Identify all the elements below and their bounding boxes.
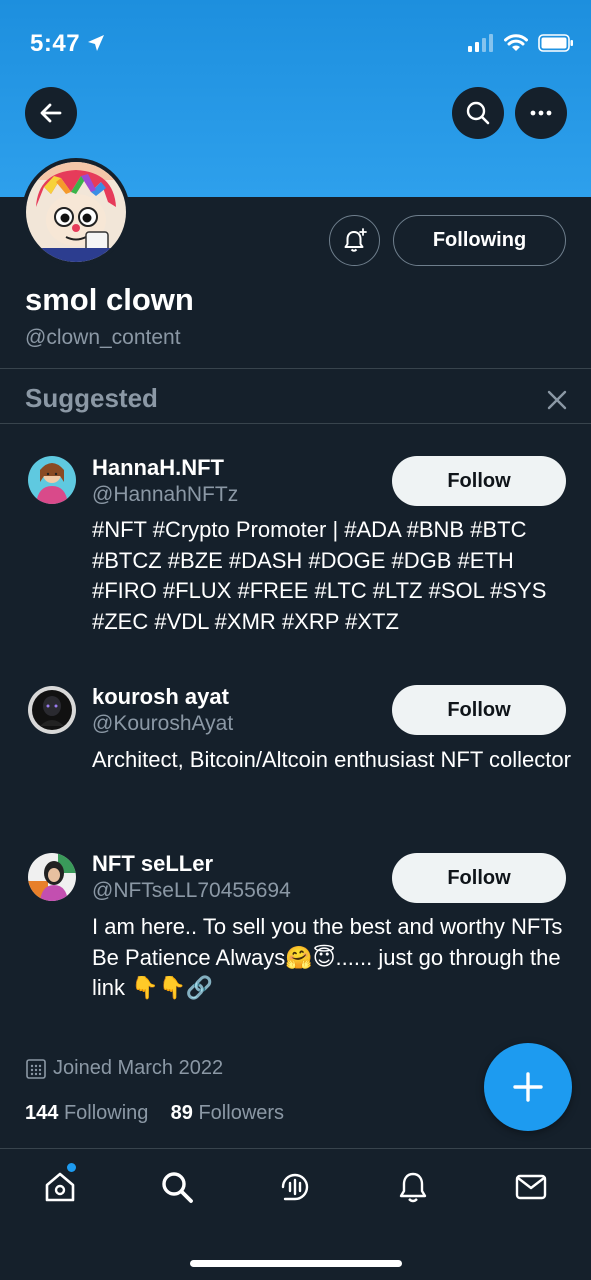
plus-icon [513, 1072, 543, 1102]
nav-home[interactable] [40, 1167, 80, 1207]
suggested-title: Suggested [25, 383, 158, 413]
nav-home-notification-dot [67, 1163, 76, 1172]
suggested-bio: I am here.. To sell you the best and wor… [92, 914, 563, 1000]
more-icon [530, 110, 552, 116]
nav-spaces[interactable] [275, 1167, 315, 1207]
suggested-avatar-image [28, 853, 76, 901]
follow-button[interactable]: Follow [392, 456, 566, 506]
clown-avatar-image [26, 162, 126, 262]
compose-button[interactable] [484, 1043, 572, 1131]
joined-date: Joined March 2022 [25, 1057, 223, 1080]
suggested-avatar-image [28, 456, 76, 504]
nav-messages[interactable] [511, 1167, 551, 1207]
suggested-handle: @NFTseLL70455694 [92, 879, 291, 902]
suggested-avatar-image [28, 686, 76, 734]
notifications-toggle-button[interactable] [329, 215, 380, 266]
divider [0, 368, 591, 369]
followers-label: Followers [198, 1102, 285, 1124]
home-indicator [190, 1260, 402, 1267]
arrow-left-icon [40, 103, 62, 123]
profile-display-name: smol clown [25, 282, 194, 317]
wifi-icon [504, 34, 528, 51]
battery-icon [538, 34, 573, 52]
following-label: Following [63, 1102, 149, 1124]
cellular-signal-icon [468, 34, 493, 52]
status-bar: 5:47 [0, 0, 591, 90]
search-icon [162, 1172, 193, 1203]
suggested-avatar[interactable] [28, 686, 76, 734]
divider [0, 423, 591, 424]
bell-icon [399, 1172, 427, 1203]
suggested-bio: #NFT #Crypto Promoter | #ADA #BNB #BTC #… [92, 517, 547, 634]
followers-count: 89 [170, 1102, 193, 1124]
profile-avatar[interactable] [22, 158, 130, 266]
status-time: 5:47 [30, 30, 81, 57]
suggested-handle: @HannahNFTz [92, 483, 239, 506]
back-button[interactable] [25, 87, 77, 139]
joined-text: Joined March 2022 [53, 1057, 224, 1079]
nav-notifications[interactable] [393, 1167, 433, 1207]
suggested-handle: @KouroshAyat [92, 712, 234, 735]
suggested-name[interactable]: kourosh ayat [92, 684, 229, 710]
search-button[interactable] [452, 87, 504, 139]
suggested-name[interactable]: HannaH.NFT [92, 455, 224, 481]
suggested-name[interactable]: NFT seLLer [92, 851, 213, 877]
location-arrow-icon [88, 35, 104, 51]
suggested-avatar[interactable] [28, 853, 76, 901]
spaces-icon [281, 1173, 309, 1201]
profile-handle: @clown_content [25, 326, 181, 349]
close-icon[interactable] [544, 387, 570, 413]
followers-stat[interactable]: 89 Followers [171, 1102, 284, 1124]
following-button[interactable]: Following [393, 215, 566, 266]
follow-stats: 144 Following 89 Followers [25, 1102, 284, 1125]
more-button[interactable] [515, 87, 567, 139]
following-stat[interactable]: 144 Following [25, 1102, 148, 1124]
mail-icon [515, 1174, 547, 1200]
following-count: 144 [25, 1102, 59, 1124]
bell-plus-icon [344, 227, 367, 252]
calendar-icon [26, 1058, 46, 1079]
follow-button[interactable]: Follow [392, 853, 566, 903]
nav-search[interactable] [157, 1167, 197, 1207]
follow-button[interactable]: Follow [392, 685, 566, 735]
search-icon [466, 101, 490, 125]
suggested-bio: Architect, Bitcoin/Altcoin enthusiast NF… [92, 747, 571, 772]
home-icon [45, 1172, 75, 1202]
suggested-avatar[interactable] [28, 456, 76, 504]
